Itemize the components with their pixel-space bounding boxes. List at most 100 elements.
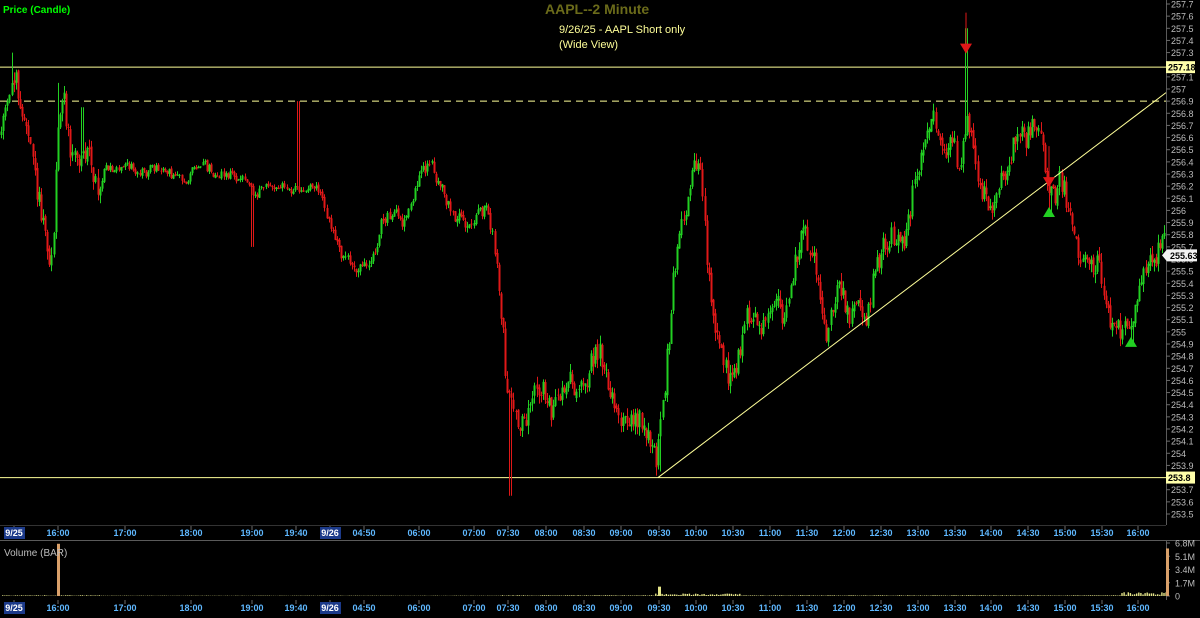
candle-body: [649, 431, 652, 447]
candle-body: [712, 299, 715, 316]
candle-body: [84, 150, 87, 159]
candle-body: [300, 190, 303, 192]
y-tick-label: 253.5: [1171, 510, 1194, 520]
volume-bar: [804, 595, 806, 596]
x-tick-label: 04:50: [352, 528, 375, 538]
candle-body: [458, 213, 461, 221]
candle-body: [21, 106, 24, 117]
candle-body: [160, 170, 163, 172]
x-tick-label: 09:30: [647, 528, 670, 538]
candle-body: [1008, 165, 1011, 172]
volume-bar: [938, 595, 940, 596]
volume-bar: [913, 595, 915, 596]
volume-bar: [692, 594, 695, 596]
candle-body: [1086, 257, 1089, 260]
volume-bar: [732, 594, 735, 596]
candle-body: [767, 313, 770, 323]
candle-body: [1132, 321, 1135, 328]
volume-bar: [898, 595, 901, 596]
candle-body: [248, 183, 251, 185]
candle-body: [473, 223, 476, 226]
candle-body: [309, 184, 312, 190]
candle-body: [1130, 325, 1133, 330]
candle-body: [817, 277, 820, 281]
x-tick-label: 08:00: [534, 603, 557, 613]
candle-body: [859, 298, 862, 308]
candle-body: [445, 195, 448, 206]
candle-body: [67, 126, 70, 128]
volume-bar: [1001, 595, 1003, 596]
candle-body: [220, 171, 223, 179]
candle-body: [924, 139, 927, 148]
candle-body: [935, 112, 938, 129]
candle-body: [922, 150, 925, 156]
candle-body: [252, 185, 255, 196]
candle-body: [416, 185, 419, 187]
candle-body: [128, 163, 131, 170]
candle-body: [722, 345, 725, 366]
y-tick-label: 257.3: [1171, 48, 1194, 58]
y-tick-label: 253.9: [1171, 461, 1194, 471]
y-tick-label: 254.9: [1171, 340, 1194, 350]
volume-bar: [1010, 595, 1012, 596]
volume-bar: [718, 594, 720, 596]
candle-body: [911, 185, 914, 217]
candle-body: [651, 445, 654, 447]
candle-body: [869, 302, 872, 305]
volume-bar: [16, 595, 19, 596]
volume-bar: [79, 595, 82, 596]
candle-body: [632, 415, 635, 425]
candle-body: [355, 268, 358, 273]
candle-body: [267, 183, 270, 186]
volume-bar: [821, 595, 823, 596]
volume-bar: [833, 595, 835, 596]
candle-body: [365, 263, 368, 267]
price-time-axis: 9/25 16:00 17:00 18:00 19:00 19:40 9/26 04:50 06…: [4, 526, 1150, 539]
candle-body: [653, 445, 656, 448]
candle-body: [630, 414, 633, 427]
volume-bar: [730, 593, 733, 596]
volume-bar: [688, 593, 691, 596]
volume-bar: [1159, 594, 1161, 596]
candle-body: [842, 287, 845, 295]
volume-bar: [1018, 595, 1020, 596]
candle-body: [74, 150, 77, 155]
y-tick-label: 255.3: [1171, 291, 1194, 301]
volume-bar: [604, 595, 607, 596]
candle-body: [777, 295, 780, 301]
volume-bar: [669, 594, 672, 596]
candle-body: [191, 167, 194, 174]
volume-bar: [606, 595, 609, 596]
candle-body: [832, 310, 835, 312]
volume-bar: [686, 593, 688, 596]
candle-body: [659, 419, 662, 437]
candle-body: [884, 238, 887, 249]
candle-body: [611, 392, 614, 399]
candle-body: [298, 187, 301, 192]
candle-body: [88, 147, 91, 149]
candle-body: [218, 177, 221, 179]
candle-body: [269, 185, 272, 187]
candle-body: [210, 164, 213, 172]
candle-body: [185, 182, 188, 184]
candle-body: [943, 148, 946, 151]
candle-body: [449, 201, 452, 212]
candle-body: [53, 232, 56, 255]
volume-bar: [797, 595, 800, 596]
volume-bar: [829, 595, 831, 596]
vol-tick-label: 1.7M: [1175, 578, 1195, 588]
candle-body: [926, 130, 929, 139]
volume-bar: [1125, 594, 1127, 596]
candle-body: [44, 216, 47, 231]
candle-body: [4, 107, 7, 117]
x-tick-label: 9/25: [5, 603, 23, 613]
x-tick-label: 16:00: [1126, 528, 1149, 538]
candle-body: [628, 424, 631, 427]
candle-body: [918, 172, 921, 176]
candle-body: [319, 192, 322, 194]
volume-bar: [684, 593, 686, 596]
candle-body: [851, 308, 854, 324]
volume-bar: [522, 595, 525, 596]
candle-body: [357, 270, 360, 273]
candle-body: [517, 409, 520, 428]
